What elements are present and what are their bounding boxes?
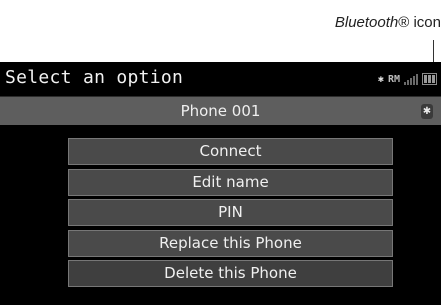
bluetooth-icon: ✱ (421, 104, 433, 119)
callout-text: ® icon (398, 14, 441, 31)
edit-name-button[interactable]: Edit name (68, 168, 393, 196)
replace-phone-button[interactable]: Replace this Phone (68, 229, 393, 257)
phone-name: Phone 001 (180, 102, 261, 120)
connect-button[interactable]: Connect (68, 138, 393, 165)
status-area: ✱ RM (378, 71, 437, 87)
navigation-screen: Select an option ✱ RM Phone 001 ✱ Connec… (0, 62, 441, 305)
option-menu: Connect Edit name PIN Replace this Phone… (68, 138, 393, 291)
delete-phone-button[interactable]: Delete this Phone (68, 260, 393, 287)
bluetooth-icon-callout-label: Bluetooth® icon (335, 14, 441, 31)
roaming-indicator: RM (387, 73, 400, 85)
bluetooth-status-icon: ✱ (377, 73, 384, 85)
battery-icon (422, 73, 437, 85)
title-bar: Select an option ✱ RM (0, 62, 441, 97)
pin-button[interactable]: PIN (68, 199, 393, 226)
signal-strength-icon (404, 73, 418, 85)
phone-header: Phone 001 ✱ (0, 97, 441, 125)
page-title: Select an option (5, 67, 184, 88)
callout-italic-text: Bluetooth (334, 14, 399, 31)
